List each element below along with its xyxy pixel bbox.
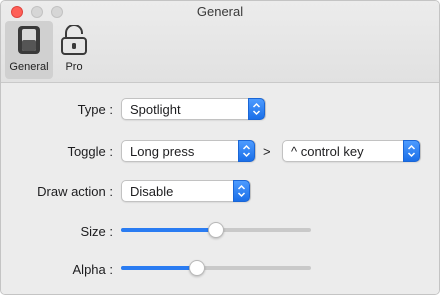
size-slider[interactable] <box>121 220 311 240</box>
alpha-slider-fill <box>121 266 197 270</box>
toggle-switch-icon <box>5 25 53 55</box>
type-popup-value: Spotlight <box>130 102 181 117</box>
toggle-key-popup-value: ^ control key <box>291 144 364 159</box>
draw-action-popup-value: Disable <box>130 184 174 199</box>
toolbar-tab-general[interactable]: General <box>5 21 53 79</box>
size-label: Size : <box>80 224 113 239</box>
alpha-label: Alpha : <box>72 262 113 277</box>
toggle-label: Toggle : <box>67 144 113 159</box>
chevron-up-down-icon <box>403 140 420 162</box>
toggle-popup[interactable]: Long press <box>121 140 256 162</box>
alpha-slider-knob[interactable] <box>189 260 205 276</box>
toggle-popup-value: Long press <box>130 144 195 159</box>
toolbar-tab-pro[interactable]: Pro <box>51 21 97 79</box>
toggle-separator: > <box>263 144 271 159</box>
toolbar-tab-general-label: General <box>9 61 49 73</box>
draw-action-popup[interactable]: Disable <box>121 180 251 202</box>
type-popup[interactable]: Spotlight <box>121 98 266 120</box>
size-slider-knob[interactable] <box>208 222 224 238</box>
size-slider-fill <box>121 228 216 232</box>
preferences-window: General General Pro Type: Spotlight Tog… <box>0 0 440 295</box>
toggle-key-popup[interactable]: ^ control key <box>282 140 421 162</box>
draw-action-label: Draw action : <box>37 184 113 199</box>
chevron-up-down-icon <box>238 140 255 162</box>
window-title: General <box>196 4 244 19</box>
type-label: Type : <box>77 102 113 117</box>
toolbar-tab-pro-label: Pro <box>65 61 83 73</box>
settings-panel: Type : Spotlight Toggle : Long press > ^… <box>1 83 439 294</box>
title-bar: General General Pro <box>1 1 439 83</box>
alpha-slider[interactable] <box>121 258 311 278</box>
unlocked-padlock-icon <box>51 24 97 55</box>
chevron-up-down-icon <box>248 98 265 120</box>
chevron-up-down-icon <box>233 180 250 202</box>
